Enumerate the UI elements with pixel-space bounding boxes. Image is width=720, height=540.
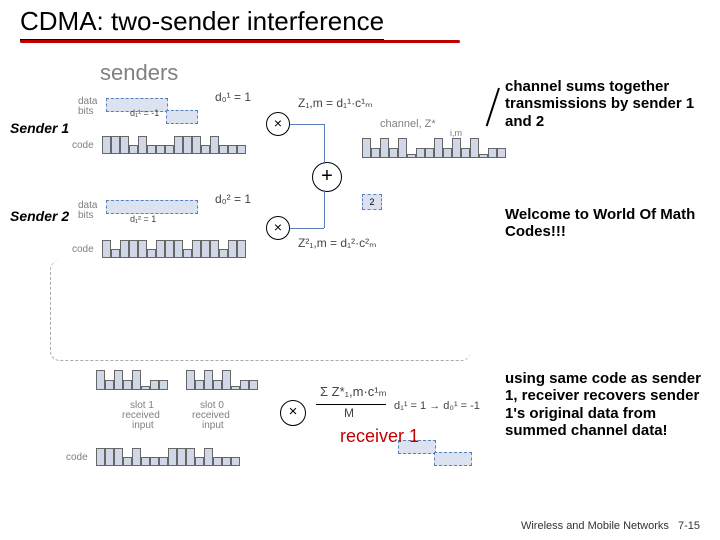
line-s1-to-add	[290, 124, 324, 125]
sender1-code-chips	[102, 136, 246, 154]
channel-adder: +	[312, 162, 342, 192]
frac-line	[316, 404, 386, 405]
pointer-line	[486, 88, 500, 127]
sender2-code-chips	[102, 240, 246, 258]
channel-chips	[362, 138, 506, 158]
feedback-arc	[50, 260, 471, 361]
sender2-code-label: code	[72, 244, 94, 255]
footer-text: Wireless and Mobile Networks	[521, 520, 669, 532]
sender2-label: Sender 2	[10, 208, 69, 224]
sender1-multiply: ×	[266, 112, 290, 136]
footer: Wireless and Mobile Networks 7-15	[521, 520, 700, 532]
sum-formula: Σ Z*₁,m·c¹ₘ	[320, 384, 387, 400]
recv-slot0-chips	[186, 370, 258, 390]
receiver-multiply: ×	[280, 400, 306, 426]
channel-im: i,m	[450, 128, 462, 138]
sender1-databit-lo	[166, 110, 198, 124]
receiver-heading: receiver 1	[340, 426, 419, 447]
sender2-multiply: ×	[266, 216, 290, 240]
line-s2-up	[324, 190, 325, 228]
recv-code-label: code	[66, 452, 88, 463]
annotation-welcome: Welcome to World Of Math Codes!!!	[505, 206, 705, 241]
page-title: CDMA: two-sender interference	[20, 6, 384, 41]
red-underline	[20, 40, 460, 43]
z1-formula: Z₁,m = d₁¹·c¹ₘ	[298, 96, 373, 110]
sender1-bits-label: bits	[78, 106, 94, 117]
M-formula: M	[344, 406, 354, 420]
annotation-channel-sum: channel sums together transmissions by s…	[505, 78, 705, 130]
sender1-label: Sender 1	[10, 120, 69, 136]
line-s1-down	[324, 124, 325, 164]
channel-sum-box: 2	[362, 194, 382, 210]
recv-slot1-label3: input	[132, 420, 154, 431]
sender2-d1-formula: d₁² = 1	[130, 214, 156, 224]
recv-out-formula: d₁¹ = 1 → d₀¹ = -1	[394, 400, 480, 412]
sender1-code-label: code	[72, 140, 94, 151]
senders-heading: senders	[100, 60, 178, 86]
recv-slot0-label3: input	[202, 420, 224, 431]
sender1-d1-formula: d₁¹ = -1	[130, 108, 159, 118]
channel-label: channel, Z*	[380, 118, 436, 130]
annotation-receiver: using same code as sender 1, receiver re…	[505, 370, 705, 439]
sender1-d0-formula: d₀¹ = 1	[215, 90, 251, 104]
sender2-d0-formula: d₀² = 1	[215, 192, 251, 206]
page-number: 7-15	[678, 520, 700, 532]
sender2-databit	[106, 200, 198, 214]
recv-slot1-chips	[96, 370, 168, 390]
recv-code-chips	[96, 448, 240, 466]
sender2-bits-label: bits	[78, 210, 94, 221]
recv-out-slot0	[434, 452, 472, 466]
line-s2-to-add	[290, 228, 324, 229]
z2-formula: Z²₁,m = d₁²·c²ₘ	[298, 236, 377, 250]
